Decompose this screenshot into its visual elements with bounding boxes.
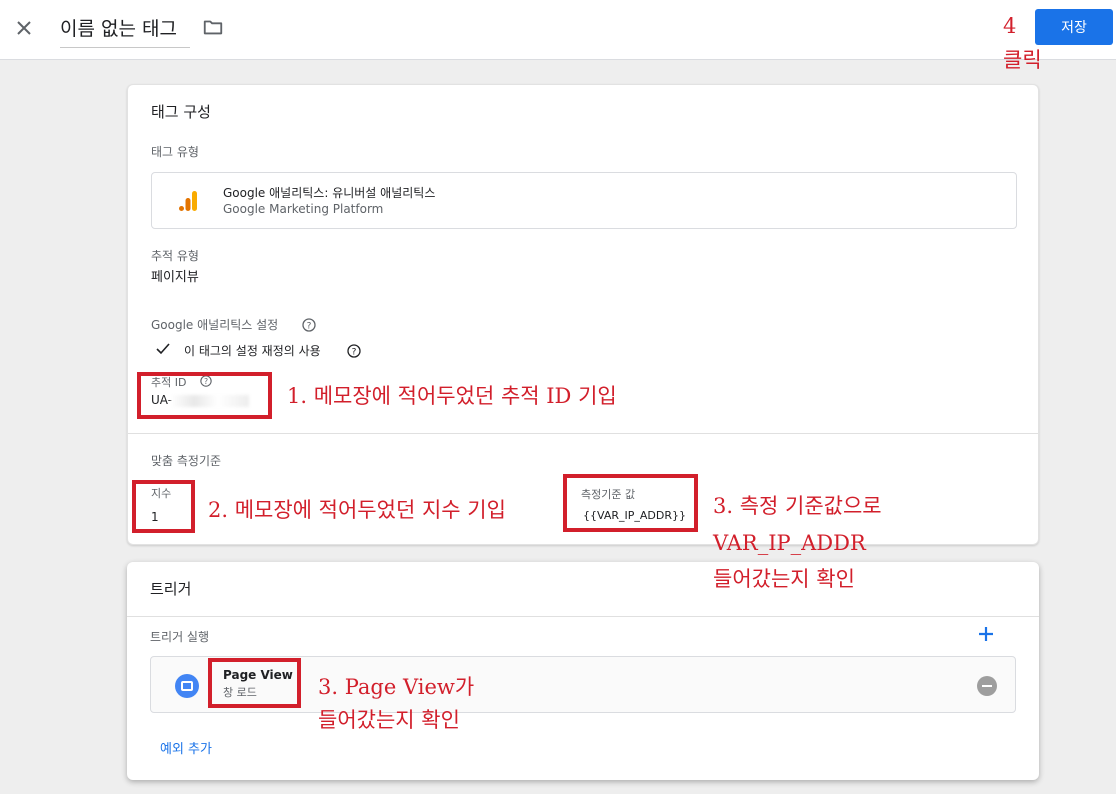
annotation-step4-click: 클릭 [1003, 48, 1042, 72]
annotation-step3-line2: VAR_IP_ADDR [713, 531, 866, 555]
tag-name-input[interactable]: 이름 없는 태그 [60, 14, 190, 48]
add-exception-link[interactable]: 예외 추가 [160, 738, 212, 757]
tag-type-subtitle: Google Marketing Platform [223, 202, 384, 216]
svg-text:?: ? [352, 348, 357, 358]
google-analytics-icon [179, 191, 197, 211]
card-title: 트리거 [150, 580, 192, 598]
index-highlight [132, 480, 195, 533]
annotation-step3-line1: 3. 측정 기준값으로 [713, 494, 882, 518]
svg-text:?: ? [307, 322, 312, 332]
annotation-step3-line3: 들어갔는지 확인 [713, 567, 855, 591]
remove-icon[interactable] [977, 676, 997, 696]
help-icon[interactable]: ? [302, 318, 316, 332]
save-button[interactable]: 저장 [1035, 9, 1113, 45]
card-title: 태그 구성 [151, 103, 211, 121]
page-view-highlight [208, 658, 301, 708]
close-icon[interactable] [12, 16, 36, 40]
divider [127, 616, 1039, 617]
help-icon[interactable]: ? [347, 344, 361, 358]
override-settings-checkbox[interactable]: 이 태그의 설정 재정의 사용 [184, 342, 321, 359]
trigger-pageview-icon [175, 674, 199, 698]
tag-type-label: 태그 유형 [151, 145, 199, 159]
top-bar: 이름 없는 태그 저장 [0, 0, 1116, 60]
tracking-id-highlight [137, 372, 272, 419]
annotation-step3b-line2: 들어갔는지 확인 [318, 708, 460, 732]
custom-metrics-label: 맞춤 측정기준 [151, 454, 222, 468]
tag-type-selector[interactable]: Google 애널리틱스: 유니버설 애널리틱스 Google Marketin… [151, 172, 1017, 229]
annotation-step2: 2. 메모장에 적어두었던 지수 기입 [208, 498, 506, 522]
annotation-step4-number: 4 [1003, 14, 1017, 38]
tag-type-name: Google 애널리틱스: 유니버설 애널리틱스 [223, 186, 436, 200]
track-type-value: 페이지뷰 [151, 270, 199, 285]
add-icon[interactable] [976, 624, 996, 644]
ga-settings-label: Google 애널리틱스 설정 [151, 318, 279, 332]
dimension-value-highlight [563, 474, 698, 532]
annotation-step1: 1. 메모장에 적어두었던 추적 ID 기입 [287, 384, 617, 408]
divider [128, 433, 1038, 434]
folder-icon[interactable] [202, 16, 224, 38]
firing-triggers-label: 트리거 실행 [150, 630, 210, 644]
track-type-label: 추적 유형 [151, 249, 199, 263]
checkmark-icon [156, 343, 170, 355]
annotation-step3b-line1: 3. Page View가 [318, 675, 475, 699]
